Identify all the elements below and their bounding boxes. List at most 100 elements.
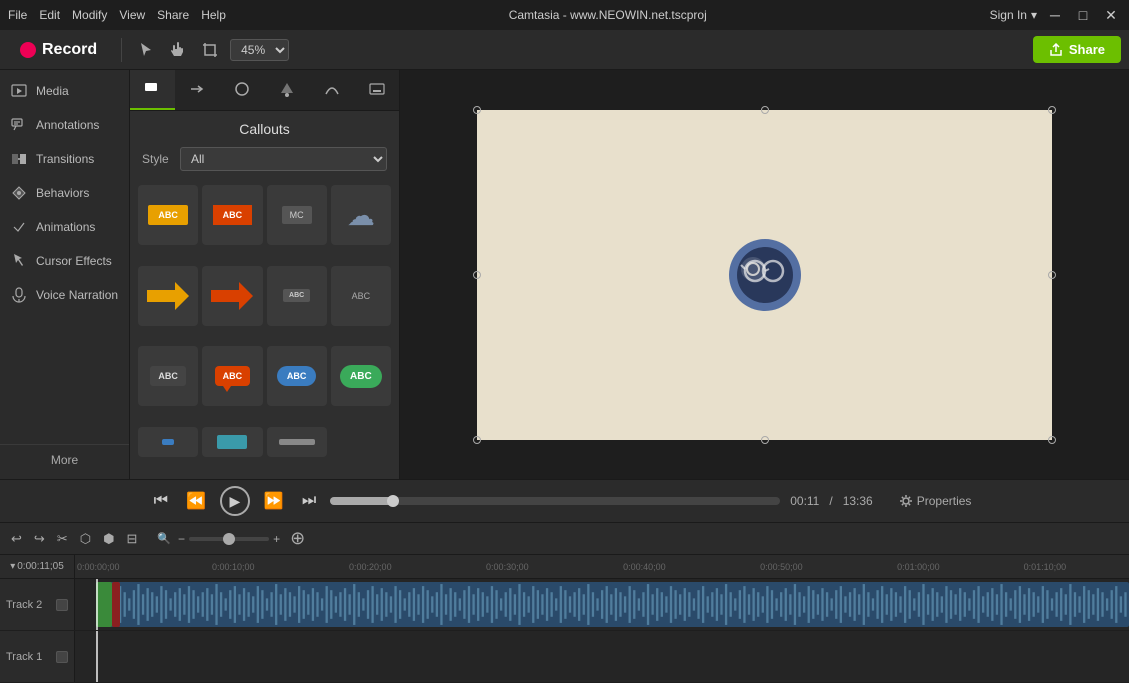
callout-partial-2[interactable] xyxy=(202,427,262,457)
callout-yellow-banner[interactable]: ABC xyxy=(138,185,198,245)
track-1-name: Track 1 xyxy=(6,651,42,663)
track-row-1: Track 1 xyxy=(0,631,1129,683)
zoom-select[interactable]: 45% xyxy=(230,39,289,61)
zoom-in-icon[interactable]: 🔍 xyxy=(154,529,174,548)
callout-orange-banner[interactable]: ABC xyxy=(202,185,262,245)
handle-bottom[interactable] xyxy=(761,436,769,444)
callout-text-only[interactable]: ABC xyxy=(331,266,391,326)
callout-partial-1[interactable] xyxy=(138,427,198,457)
zoom-plus[interactable]: + xyxy=(273,532,280,546)
ruler-time-7: 0:01:10;00 xyxy=(1024,562,1067,572)
ruler-right[interactable]: 0:00:00;00 0:00:10;00 0:00:20;00 0:00:30… xyxy=(75,555,1129,578)
menu-modify[interactable]: Modify xyxy=(72,8,107,22)
time-total: 13:36 xyxy=(843,494,873,508)
callout-small-gray[interactable]: ABC xyxy=(267,266,327,326)
tab-shape[interactable] xyxy=(220,70,265,110)
menu-edit[interactable]: Edit xyxy=(39,8,60,22)
tab-arrow[interactable] xyxy=(175,70,220,110)
callout-partial-3[interactable] xyxy=(267,427,327,457)
sidebar-label-annotations: Annotations xyxy=(36,118,99,132)
handle-top-left[interactable] xyxy=(473,106,481,114)
track-2-red-clip[interactable] xyxy=(112,582,120,627)
track-1-visibility[interactable] xyxy=(56,651,68,663)
copy-button[interactable]: ⬡ xyxy=(77,528,94,550)
sidebar-item-annotations[interactable]: Annotations xyxy=(0,108,129,142)
track-2-visibility[interactable] xyxy=(56,599,68,611)
callout-arrow-yellow[interactable] xyxy=(138,266,198,326)
add-track-button[interactable]: ⊕ xyxy=(286,528,309,549)
callout-speech-blue[interactable]: ABC xyxy=(267,346,327,406)
record-dot-icon xyxy=(20,42,36,58)
crop-tool[interactable] xyxy=(198,38,222,62)
time-separator: / xyxy=(829,494,832,508)
callout-arrow-orange[interactable] xyxy=(202,266,262,326)
timeline-tracks: Track 2 xyxy=(0,579,1129,683)
share-button[interactable]: Share xyxy=(1033,36,1121,63)
step-forward-button[interactable]: ⏭ xyxy=(298,488,320,514)
callout-speech-orange[interactable]: ABC xyxy=(202,346,262,406)
handle-top-right[interactable] xyxy=(1048,106,1056,114)
play-button[interactable]: ▶ xyxy=(220,486,250,516)
sidebar-item-transitions[interactable]: Transitions xyxy=(0,142,129,176)
animations-icon xyxy=(10,218,28,236)
callout-gray-plain[interactable]: MC xyxy=(267,185,327,245)
zoom-minus[interactable]: − xyxy=(178,532,185,546)
menu-view[interactable]: View xyxy=(119,8,145,22)
playhead[interactable] xyxy=(96,579,98,630)
tab-callouts[interactable] xyxy=(130,70,175,110)
annotations-icon xyxy=(10,116,28,134)
sidebar-item-media[interactable]: Media xyxy=(0,74,129,108)
sidebar-label-cursor-effects: Cursor Effects xyxy=(36,254,112,268)
step-back-button[interactable]: ⏮ xyxy=(150,488,172,514)
maximize-button[interactable]: □ xyxy=(1073,5,1093,25)
callout-speech-green[interactable]: ABC xyxy=(331,346,391,406)
signin-button[interactable]: Sign In ▾ xyxy=(990,8,1037,22)
tab-keyboard[interactable] xyxy=(354,70,399,110)
handle-bottom-right[interactable] xyxy=(1048,436,1056,444)
track-2-audio-clip[interactable] xyxy=(96,582,1129,627)
track-2-content[interactable] xyxy=(75,579,1129,630)
transitions-icon xyxy=(10,150,28,168)
scrubber[interactable] xyxy=(330,497,780,505)
callout-cloud[interactable]: ☁ xyxy=(331,185,391,245)
handle-right[interactable] xyxy=(1048,271,1056,279)
menu-file[interactable]: File xyxy=(8,8,27,22)
redo-button[interactable]: ↪ xyxy=(31,528,48,550)
tab-path[interactable] xyxy=(309,70,354,110)
properties-button[interactable]: Properties xyxy=(891,490,980,512)
sidebar-item-animations[interactable]: Animations xyxy=(0,210,129,244)
handle-left[interactable] xyxy=(473,271,481,279)
zoom-slider[interactable] xyxy=(189,537,269,541)
sidebar-item-behaviors[interactable]: Behaviors xyxy=(0,176,129,210)
sidebar-item-cursor-effects[interactable]: Cursor Effects xyxy=(0,244,129,278)
record-button[interactable]: Record xyxy=(8,41,109,59)
close-button[interactable]: ✕ xyxy=(1101,5,1121,25)
cut-button[interactable]: ✂ xyxy=(54,528,71,550)
callout-rect-gray[interactable]: ABC xyxy=(138,346,198,406)
collapse-button[interactable]: ▾ xyxy=(10,561,15,572)
ruler-time-6: 0:01:00;00 xyxy=(897,562,940,572)
paste-button[interactable]: ⬢ xyxy=(100,528,117,550)
sidebar-item-voice-narration[interactable]: Voice Narration xyxy=(0,278,129,312)
menu-share[interactable]: Share xyxy=(157,8,189,22)
sidebar-more-button[interactable]: More xyxy=(0,444,129,475)
toolbar: Record 45% Share xyxy=(0,30,1129,70)
undo-button[interactable]: ↩ xyxy=(8,528,25,550)
frame-back-button[interactable]: ⏪ xyxy=(182,487,210,515)
handle-top[interactable] xyxy=(761,106,769,114)
ruler: ▾ 0:00:11;05 0:00:00;00 0:00:10;00 0:00:… xyxy=(0,555,1129,579)
hand-tool[interactable] xyxy=(166,38,190,62)
scrubber-thumb[interactable] xyxy=(387,495,399,507)
split-button[interactable]: ⊟ xyxy=(123,528,140,550)
minimize-button[interactable]: ─ xyxy=(1045,5,1065,25)
style-select[interactable]: All Basic Sketch Theme xyxy=(180,147,387,171)
tab-fill[interactable] xyxy=(264,70,309,110)
frame-forward-button[interactable]: ⏩ xyxy=(260,487,288,515)
track-2-green-clip[interactable] xyxy=(96,582,112,627)
handle-bottom-left[interactable] xyxy=(473,436,481,444)
pointer-tool[interactable] xyxy=(134,38,158,62)
menu-help[interactable]: Help xyxy=(201,8,226,22)
track-1-content[interactable] xyxy=(75,631,1129,682)
behaviors-icon xyxy=(10,184,28,202)
ruler-time-5: 0:00:50;00 xyxy=(760,562,803,572)
